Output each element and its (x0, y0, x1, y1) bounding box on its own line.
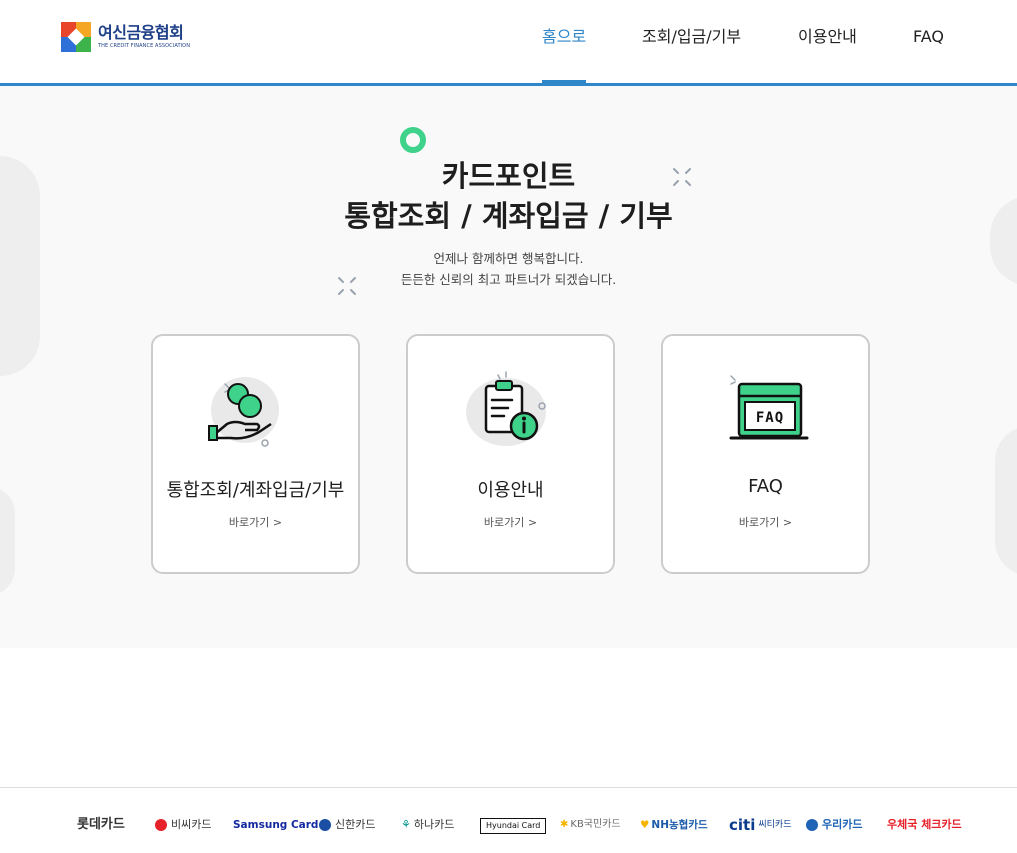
logo-mark-icon (61, 22, 91, 52)
brand-bc-card-label: 비씨카드 (171, 818, 212, 831)
brand-samsung-card[interactable]: Samsung Card (233, 815, 318, 835)
brand-bc-card[interactable]: 비씨카드 (155, 815, 211, 835)
brand-shinhan-card[interactable]: 신한카드 (319, 815, 375, 835)
decorative-shape (995, 426, 1017, 576)
hero-title-line2: 통합조회 / 계좌입금 / 기부 (344, 199, 673, 233)
brand-lotte-card[interactable]: 롯데카드 (77, 815, 125, 835)
brand-hyundai-card[interactable]: Hyundai Card (480, 818, 547, 834)
bc-card-logo-icon (155, 819, 167, 831)
logo-english-text: THE CREDIT FINANCE ASSOCIATION (98, 43, 191, 49)
card-faq[interactable]: FAQ FAQ 바로가기 > (661, 334, 870, 574)
nav-home[interactable]: 홈으로 (542, 0, 587, 83)
brand-woori-card[interactable]: 우리카드 (806, 815, 862, 835)
green-ring-icon (400, 127, 426, 153)
brand-post-check-card[interactable]: 우체국 체크카드 (887, 815, 962, 835)
card-guide[interactable]: 이용안내 바로가기 > (406, 334, 615, 574)
card-title: 통합조회/계좌입금/기부 (166, 480, 345, 501)
hana-logo-icon: ⚘ (401, 818, 411, 831)
nh-logo-icon: ♥ (640, 819, 650, 831)
hero-subtitle-line2: 든든한 신뢰의 최고 파트너가 되겠습니다. (400, 272, 617, 287)
woori-logo-icon (806, 819, 818, 831)
brand-woori-card-label: 우리카드 (822, 818, 863, 831)
nav-guide[interactable]: 이용안내 (798, 0, 857, 83)
nav-faq[interactable]: FAQ (913, 0, 944, 83)
site-logo[interactable]: 여신금융협회 THE CREDIT FINANCE ASSOCIATION (61, 22, 190, 52)
card-title: FAQ (748, 476, 783, 497)
brand-nh-card-label: NH농협카드 (651, 819, 708, 831)
brand-shinhan-card-label: 신한카드 (335, 818, 376, 831)
brand-nh-card[interactable]: ♥ NH농협카드 (640, 815, 708, 835)
card-shortcut-link[interactable]: 바로가기 > (153, 514, 358, 530)
coin-hand-icon (208, 377, 279, 447)
kb-star-icon: ✱ (560, 819, 569, 830)
brand-hana-card[interactable]: ⚘ 하나카드 (401, 815, 454, 835)
faq-window-icon: FAQ (729, 375, 809, 440)
brand-citi-card[interactable]: citi 씨티카드 (729, 815, 791, 835)
brand-hana-card-label: 하나카드 (413, 818, 455, 831)
card-title: 이용안내 (477, 480, 544, 501)
brand-citi-card-label: 씨티카드 (758, 820, 792, 830)
card-shortcut-link[interactable]: 바로가기 > (408, 514, 613, 530)
shinhan-logo-icon (319, 819, 331, 831)
footer-divider (0, 787, 1017, 788)
svg-text:FAQ: FAQ (756, 410, 784, 426)
clipboard-info-icon (466, 371, 546, 446)
site-header: 여신금융협회 THE CREDIT FINANCE ASSOCIATION 홈으… (0, 0, 1017, 86)
hero-title-line1: 카드포인트 (441, 159, 576, 193)
logo-korean-text: 여신금융협회 (98, 23, 184, 42)
nav-lookup-deposit-donate[interactable]: 조회/입금/기부 (642, 0, 741, 83)
brand-kb-card[interactable]: ✱ KB국민카드 (560, 815, 621, 835)
decorative-shape (0, 486, 15, 596)
citi-logo-text: citi (729, 816, 756, 834)
card-shortcut-link[interactable]: 바로가기 > (663, 514, 868, 530)
brand-kb-card-label: KB국민카드 (570, 819, 621, 830)
card-lookup-deposit-donate[interactable]: 통합조회/계좌입금/기부 바로가기 > (151, 334, 360, 574)
hero-subtitle-line1: 언제나 함께하면 행복합니다. (433, 251, 584, 266)
